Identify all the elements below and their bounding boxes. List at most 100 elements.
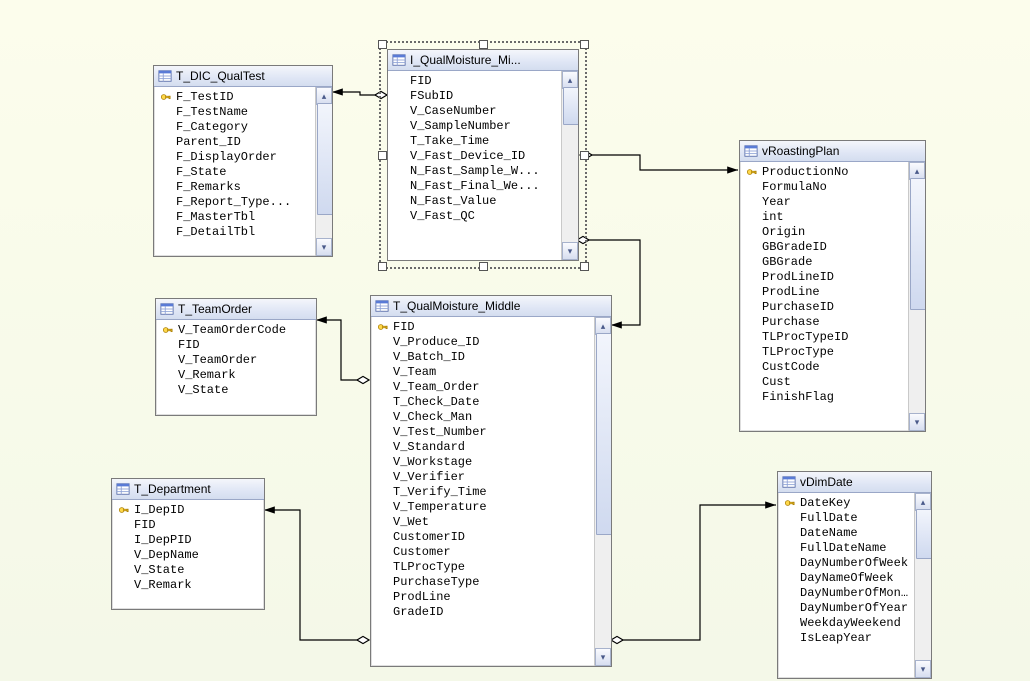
table-titlebar[interactable]: vDimDate <box>778 472 931 493</box>
field-row[interactable]: DayNameOfWeek <box>778 570 915 585</box>
table-box[interactable]: vDimDate DateKeyFullDateDateNameFullDateN… <box>777 471 932 679</box>
field-row[interactable]: V_Standard <box>371 439 595 454</box>
field-row[interactable]: TLProcTypeID <box>740 329 909 344</box>
field-row[interactable]: V_Temperature <box>371 499 595 514</box>
selection-handle[interactable] <box>378 262 387 271</box>
field-row[interactable]: V_Fast_Device_ID <box>388 148 562 163</box>
field-row[interactable]: F_DisplayOrder <box>154 149 316 164</box>
scroll-thumb[interactable] <box>596 333 611 535</box>
field-row[interactable]: Purchase <box>740 314 909 329</box>
field-row[interactable]: WeekdayWeekend <box>778 615 915 630</box>
field-row[interactable]: Customer <box>371 544 595 559</box>
field-row[interactable]: Year <box>740 194 909 209</box>
field-row[interactable]: Origin <box>740 224 909 239</box>
field-row[interactable]: V_Team_Order <box>371 379 595 394</box>
selection-handle[interactable] <box>479 262 488 271</box>
table-titlebar[interactable]: vRoastingPlan <box>740 141 925 162</box>
field-row[interactable]: GradeID <box>371 604 595 619</box>
field-row[interactable]: T_Verify_Time <box>371 484 595 499</box>
field-row[interactable]: F_MasterTbl <box>154 209 316 224</box>
field-row[interactable]: V_Fast_QC <box>388 208 562 223</box>
field-row[interactable]: N_Fast_Final_We... <box>388 178 562 193</box>
field-row[interactable]: DayNumberOfYear <box>778 600 915 615</box>
field-row[interactable]: CustCode <box>740 359 909 374</box>
field-row[interactable]: DateKey <box>778 495 915 510</box>
table-box[interactable]: I_QualMoisture_Mi...FIDFSubIDV_CaseNumbe… <box>387 49 579 261</box>
table-box[interactable]: T_TeamOrderV_TeamOrderCodeFIDV_TeamOrder… <box>155 298 317 416</box>
vertical-scrollbar[interactable]: ▴▾ <box>594 317 611 666</box>
selection-handle[interactable] <box>580 151 589 160</box>
field-row[interactable]: FullDate <box>778 510 915 525</box>
scroll-down-button[interactable]: ▾ <box>909 413 925 431</box>
field-row[interactable]: V_Wet <box>371 514 595 529</box>
field-row[interactable]: GBGradeID <box>740 239 909 254</box>
table-box[interactable]: vRoastingPlan ProductionNoFormulaNoYearin… <box>739 140 926 432</box>
field-row[interactable]: V_Remark <box>156 367 316 382</box>
field-row[interactable]: CustomerID <box>371 529 595 544</box>
scroll-down-button[interactable]: ▾ <box>915 660 931 678</box>
field-row[interactable]: V_SampleNumber <box>388 118 562 133</box>
field-row[interactable]: PurchaseID <box>740 299 909 314</box>
field-row[interactable]: IsLeapYear <box>778 630 915 645</box>
vertical-scrollbar[interactable]: ▴▾ <box>914 493 931 678</box>
field-row[interactable]: V_Verifier <box>371 469 595 484</box>
field-row[interactable]: N_Fast_Sample_W... <box>388 163 562 178</box>
vertical-scrollbar[interactable]: ▴▾ <box>908 162 925 431</box>
field-row[interactable]: ProductionNo <box>740 164 909 179</box>
field-row[interactable]: V_TeamOrderCode <box>156 322 316 337</box>
field-row[interactable]: V_State <box>156 382 316 397</box>
scroll-down-button[interactable]: ▾ <box>562 242 578 260</box>
field-row[interactable]: F_DetailTbl <box>154 224 316 239</box>
selection-handle[interactable] <box>580 40 589 49</box>
field-row[interactable]: I_DepID <box>112 502 264 517</box>
field-row[interactable]: TLProcType <box>740 344 909 359</box>
table-box[interactable]: T_DIC_QualTestF_TestIDF_TestNameF_Catego… <box>153 65 333 257</box>
field-row[interactable]: V_Batch_ID <box>371 349 595 364</box>
field-row[interactable]: N_Fast_Value <box>388 193 562 208</box>
diagram-canvas[interactable]: T_DIC_QualTestF_TestIDF_TestNameF_Catego… <box>0 0 1030 681</box>
field-row[interactable]: FSubID <box>388 88 562 103</box>
vertical-scrollbar[interactable]: ▴▾ <box>561 71 578 260</box>
table-titlebar[interactable]: T_Department <box>112 479 264 500</box>
field-row[interactable]: F_Remarks <box>154 179 316 194</box>
field-row[interactable]: F_Category <box>154 119 316 134</box>
field-row[interactable]: Parent_ID <box>154 134 316 149</box>
field-row[interactable]: T_Take_Time <box>388 133 562 148</box>
table-titlebar[interactable]: T_DIC_QualTest <box>154 66 332 87</box>
field-row[interactable]: F_Report_Type... <box>154 194 316 209</box>
field-row[interactable]: I_DepPID <box>112 532 264 547</box>
field-row[interactable]: ProdLineID <box>740 269 909 284</box>
field-row[interactable]: DateName <box>778 525 915 540</box>
field-row[interactable]: V_Workstage <box>371 454 595 469</box>
field-row[interactable]: V_DepName <box>112 547 264 562</box>
field-row[interactable]: FID <box>112 517 264 532</box>
selection-handle[interactable] <box>580 262 589 271</box>
field-row[interactable]: V_State <box>112 562 264 577</box>
field-row[interactable]: DayNumberOfMonth <box>778 585 915 600</box>
field-row[interactable]: V_Test_Number <box>371 424 595 439</box>
field-row[interactable]: V_Check_Man <box>371 409 595 424</box>
field-row[interactable]: V_Team <box>371 364 595 379</box>
table-box[interactable]: T_DepartmentI_DepIDFIDI_DepPIDV_DepNameV… <box>111 478 265 610</box>
field-row[interactable]: int <box>740 209 909 224</box>
scroll-thumb[interactable] <box>563 87 578 125</box>
field-row[interactable]: GBGrade <box>740 254 909 269</box>
scroll-thumb[interactable] <box>910 178 925 310</box>
field-row[interactable]: FormulaNo <box>740 179 909 194</box>
field-row[interactable]: V_Remark <box>112 577 264 592</box>
field-row[interactable]: Cust <box>740 374 909 389</box>
scroll-down-button[interactable]: ▾ <box>316 238 332 256</box>
selection-handle[interactable] <box>479 40 488 49</box>
field-row[interactable]: FID <box>156 337 316 352</box>
scroll-thumb[interactable] <box>916 509 931 559</box>
selection-handle[interactable] <box>378 40 387 49</box>
scroll-down-button[interactable]: ▾ <box>595 648 611 666</box>
field-row[interactable]: F_TestName <box>154 104 316 119</box>
scroll-thumb[interactable] <box>317 103 332 215</box>
field-row[interactable]: FID <box>388 73 562 88</box>
field-row[interactable]: ProdLine <box>740 284 909 299</box>
field-row[interactable]: FullDateName <box>778 540 915 555</box>
vertical-scrollbar[interactable]: ▴▾ <box>315 87 332 256</box>
field-row[interactable]: V_CaseNumber <box>388 103 562 118</box>
field-row[interactable]: F_State <box>154 164 316 179</box>
